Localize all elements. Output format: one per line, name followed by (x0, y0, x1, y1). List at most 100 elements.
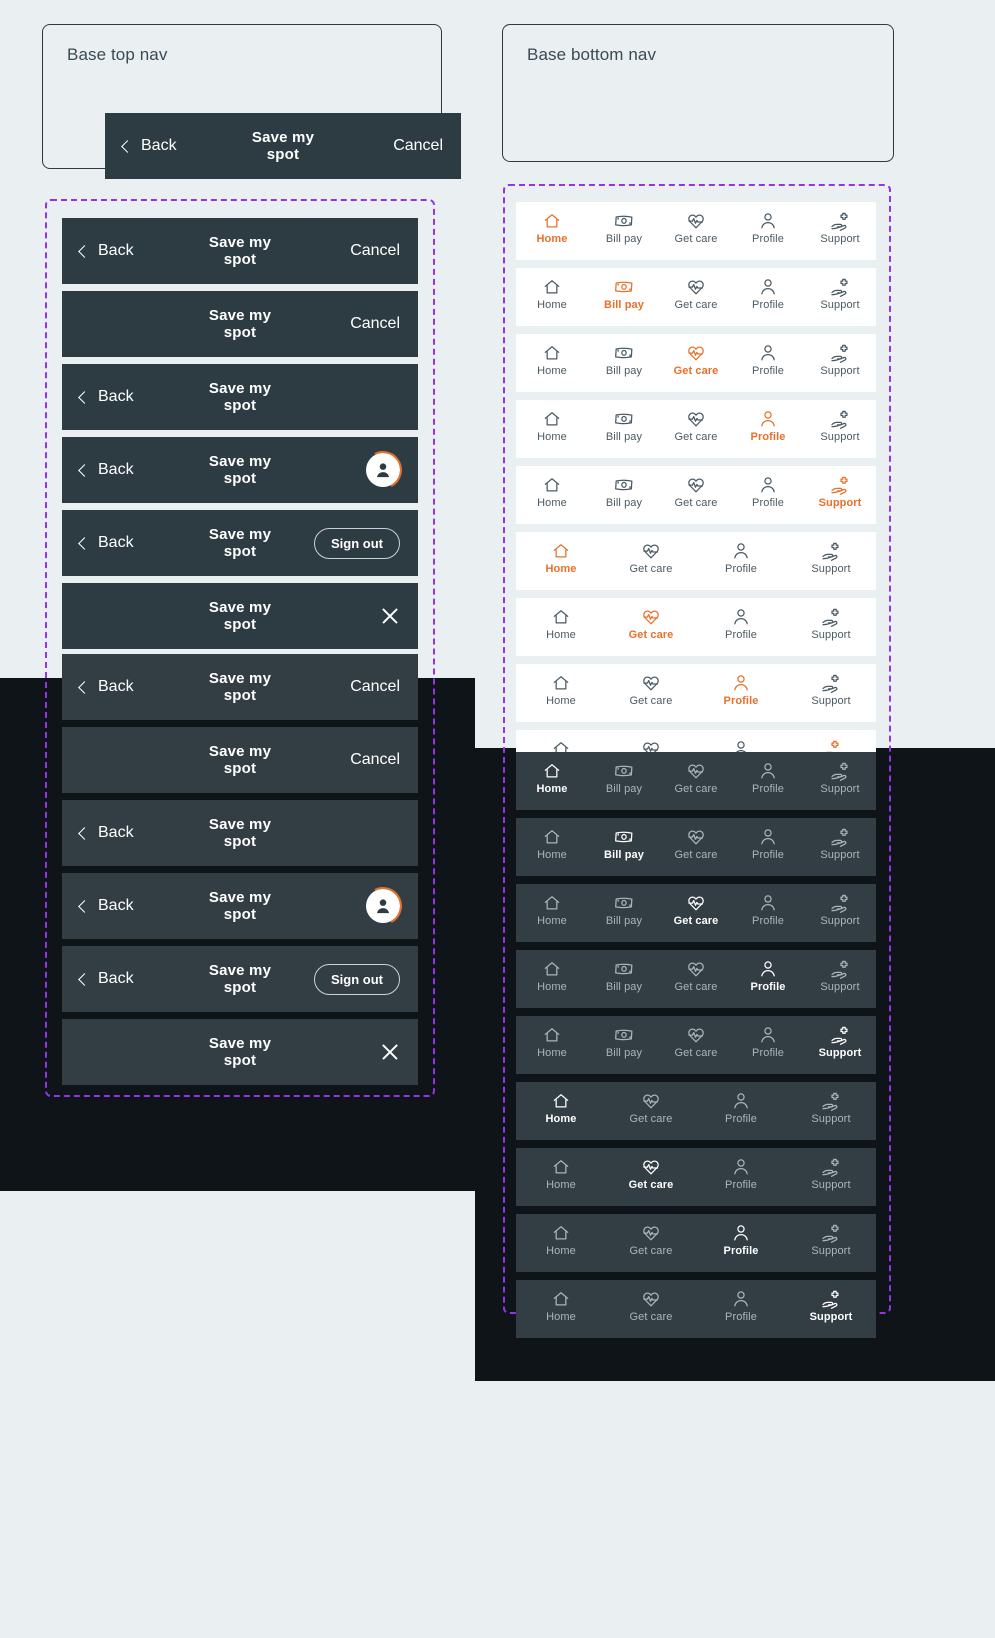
bottom-nav-item-get-care[interactable]: Get care (660, 475, 732, 509)
bottom-nav-item-get-care[interactable]: Get care (660, 959, 732, 993)
back-button[interactable]: Back (78, 970, 192, 988)
back-button[interactable]: Back (78, 461, 192, 479)
bottom-nav-item-bill-pay[interactable]: Bill pay (588, 475, 660, 509)
bottom-nav-item-support[interactable]: Support (786, 607, 876, 641)
bottom-nav-bar[interactable]: Home Bill pay Get care Profile Support (516, 202, 876, 260)
top-nav-bar[interactable]: Back Save my spot Cancel (62, 218, 418, 284)
bottom-nav-item-bill-pay[interactable]: Bill pay (588, 1025, 660, 1059)
bottom-nav-item-support[interactable]: Support (786, 1289, 876, 1323)
bottom-nav-item-support[interactable]: Support (804, 475, 876, 509)
bottom-nav-item-profile[interactable]: Profile (732, 761, 804, 795)
bottom-nav-item-home[interactable]: Home (516, 475, 588, 509)
bottom-nav-item-home[interactable]: Home (516, 827, 588, 861)
bottom-nav-item-bill-pay[interactable]: Bill pay (588, 409, 660, 443)
bottom-nav-item-get-care[interactable]: Get care (660, 277, 732, 311)
bottom-nav-item-get-care[interactable]: Get care (606, 1223, 696, 1257)
bottom-nav-item-profile[interactable]: Profile (696, 1091, 786, 1125)
bottom-nav-item-home[interactable]: Home (516, 277, 588, 311)
bottom-nav-item-support[interactable]: Support (804, 1025, 876, 1059)
top-nav-bar[interactable]: Back Save my spot Cancel (105, 113, 461, 179)
top-nav-bar[interactable]: Save my spot Cancel (62, 727, 418, 793)
back-button[interactable]: Back (121, 137, 235, 155)
bottom-nav-item-get-care[interactable]: Get care (606, 1091, 696, 1125)
cancel-button[interactable]: Cancel (331, 137, 443, 155)
bottom-nav-item-get-care[interactable]: Get care (606, 1289, 696, 1323)
bottom-nav-item-profile[interactable]: Profile (696, 1289, 786, 1323)
back-button[interactable]: Back (78, 388, 192, 406)
bottom-nav-item-bill-pay[interactable]: Bill pay (588, 277, 660, 311)
bottom-nav-item-profile[interactable]: Profile (732, 211, 804, 245)
bottom-nav-item-get-care[interactable]: Get care (606, 541, 696, 575)
bottom-nav-item-support[interactable]: Support (786, 1223, 876, 1257)
top-nav-bar[interactable]: Back Save my spot (62, 873, 418, 939)
top-nav-bar[interactable]: Back Save my spot Cancel (62, 654, 418, 720)
bottom-nav-item-get-care[interactable]: Get care (660, 343, 732, 377)
bottom-nav-item-support[interactable]: Support (804, 761, 876, 795)
bottom-nav-bar[interactable]: Home Get care Profile Support (516, 1280, 876, 1338)
bottom-nav-bar[interactable]: Home Get care Profile Support (516, 664, 876, 722)
bottom-nav-bar[interactable]: Home Get care Profile Support (516, 1082, 876, 1140)
bottom-nav-item-bill-pay[interactable]: Bill pay (588, 893, 660, 927)
bottom-nav-item-support[interactable]: Support (804, 211, 876, 245)
bottom-nav-item-support[interactable]: Support (786, 673, 876, 707)
top-nav-bar[interactable]: Back Save my spot Sign out (62, 946, 418, 1012)
back-button[interactable]: Back (78, 897, 192, 915)
bottom-nav-item-bill-pay[interactable]: Bill pay (588, 761, 660, 795)
bottom-nav-item-profile[interactable]: Profile (696, 673, 786, 707)
bottom-nav-bar[interactable]: Home Bill pay Get care Profile Support (516, 334, 876, 392)
bottom-nav-bar[interactable]: Home Bill pay Get care Profile Support (516, 400, 876, 458)
bottom-nav-item-get-care[interactable]: Get care (660, 827, 732, 861)
cancel-button[interactable]: Cancel (288, 242, 400, 260)
cancel-button[interactable]: Cancel (288, 315, 400, 333)
bottom-nav-item-support[interactable]: Support (804, 827, 876, 861)
bottom-nav-item-profile[interactable]: Profile (732, 277, 804, 311)
bottom-nav-bar[interactable]: Home Bill pay Get care Profile Support (516, 268, 876, 326)
bottom-nav-item-profile[interactable]: Profile (732, 1025, 804, 1059)
bottom-nav-item-home[interactable]: Home (516, 1289, 606, 1323)
bottom-nav-item-bill-pay[interactable]: Bill pay (588, 959, 660, 993)
bottom-nav-item-support[interactable]: Support (804, 893, 876, 927)
bottom-nav-item-home[interactable]: Home (516, 761, 588, 795)
close-button[interactable] (288, 1042, 400, 1062)
bottom-nav-item-get-care[interactable]: Get care (660, 1025, 732, 1059)
bottom-nav-item-support[interactable]: Support (804, 409, 876, 443)
bottom-nav-item-profile[interactable]: Profile (732, 409, 804, 443)
bottom-nav-item-profile[interactable]: Profile (696, 1223, 786, 1257)
bottom-nav-item-profile[interactable]: Profile (696, 541, 786, 575)
bottom-nav-item-home[interactable]: Home (516, 1157, 606, 1191)
bottom-nav-bar[interactable]: Home Bill pay Get care Profile Support (516, 466, 876, 524)
bottom-nav-item-home[interactable]: Home (516, 673, 606, 707)
bottom-nav-item-get-care[interactable]: Get care (606, 1157, 696, 1191)
bottom-nav-item-home[interactable]: Home (516, 607, 606, 641)
bottom-nav-item-get-care[interactable]: Get care (660, 211, 732, 245)
bottom-nav-item-home[interactable]: Home (516, 959, 588, 993)
avatar-button[interactable] (288, 889, 400, 923)
bottom-nav-item-get-care[interactable]: Get care (606, 673, 696, 707)
bottom-nav-item-support[interactable]: Support (786, 541, 876, 575)
bottom-nav-bar[interactable]: Home Bill pay Get care Profile Support (516, 1016, 876, 1074)
bottom-nav-item-profile[interactable]: Profile (696, 607, 786, 641)
bottom-nav-item-support[interactable]: Support (804, 277, 876, 311)
bottom-nav-item-bill-pay[interactable]: Bill pay (588, 827, 660, 861)
bottom-nav-item-profile[interactable]: Profile (732, 475, 804, 509)
bottom-nav-item-bill-pay[interactable]: Bill pay (588, 211, 660, 245)
back-button[interactable]: Back (78, 824, 192, 842)
sign-out-button[interactable]: Sign out (288, 963, 400, 995)
bottom-nav-item-home[interactable]: Home (516, 893, 588, 927)
avatar-button[interactable] (288, 453, 400, 487)
top-nav-bar[interactable]: Save my spot Cancel (62, 291, 418, 357)
bottom-nav-item-home[interactable]: Home (516, 1025, 588, 1059)
top-nav-bar[interactable]: Back Save my spot Sign out (62, 510, 418, 576)
bottom-nav-item-profile[interactable]: Profile (732, 343, 804, 377)
bottom-nav-item-profile[interactable]: Profile (696, 1157, 786, 1191)
bottom-nav-item-bill-pay[interactable]: Bill pay (588, 343, 660, 377)
sign-out-button[interactable]: Sign out (288, 527, 400, 559)
bottom-nav-item-home[interactable]: Home (516, 1091, 606, 1125)
bottom-nav-item-support[interactable]: Support (786, 1157, 876, 1191)
bottom-nav-bar[interactable]: Home Get care Profile Support (516, 1148, 876, 1206)
bottom-nav-item-home[interactable]: Home (516, 1223, 606, 1257)
bottom-nav-bar[interactable]: Home Get care Profile Support (516, 532, 876, 590)
back-button[interactable]: Back (78, 242, 192, 260)
bottom-nav-bar[interactable]: Home Bill pay Get care Profile Support (516, 752, 876, 810)
bottom-nav-bar[interactable]: Home Bill pay Get care Profile Support (516, 950, 876, 1008)
